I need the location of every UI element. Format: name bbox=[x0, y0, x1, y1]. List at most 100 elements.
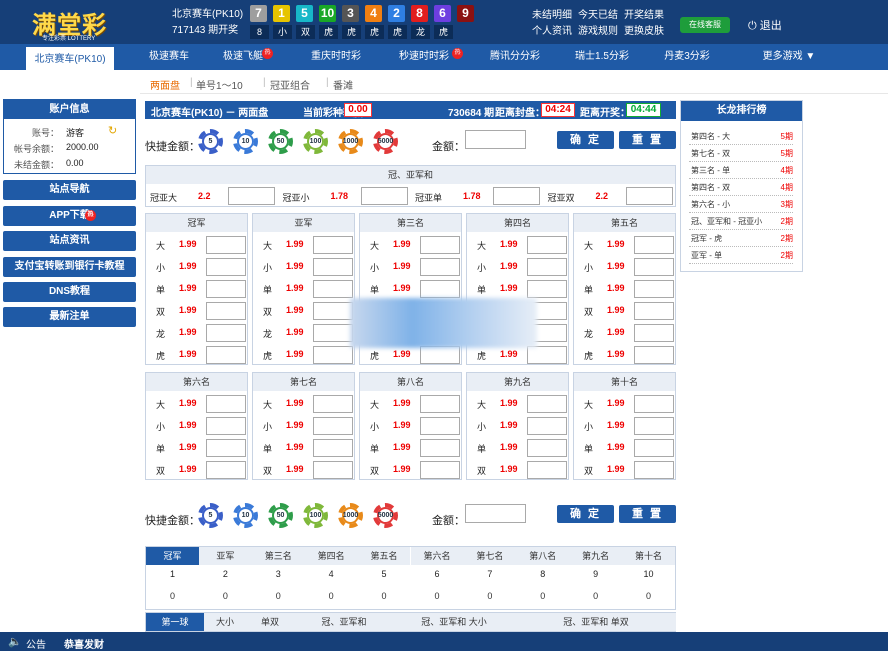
chip-10[interactable]: 10 bbox=[233, 129, 258, 154]
sum-bet-input[interactable] bbox=[360, 187, 408, 205]
stats-tab[interactable]: 冠军 bbox=[146, 547, 199, 565]
stats-tab[interactable]: 第六名 bbox=[410, 547, 464, 565]
bet-input[interactable] bbox=[634, 395, 674, 413]
play-type-tab[interactable]: 单号1～10 bbox=[196, 77, 243, 92]
reset-button[interactable]: 重 置 bbox=[619, 131, 676, 149]
ball-tab[interactable]: 冠、亚军和 单双 bbox=[516, 613, 676, 631]
logout-label[interactable]: 退出 bbox=[760, 20, 782, 32]
bet-input[interactable] bbox=[634, 324, 674, 342]
confirm-button[interactable]: 确 定 bbox=[557, 505, 614, 523]
bet-input[interactable] bbox=[634, 439, 674, 457]
bet-input[interactable] bbox=[313, 302, 353, 320]
chip-5000[interactable]: 5000 bbox=[373, 129, 398, 154]
chip-5[interactable]: 5 bbox=[198, 129, 223, 154]
sum-bet-input[interactable] bbox=[228, 187, 275, 205]
nav-tab[interactable]: 更多游戏 ▼ bbox=[748, 44, 830, 70]
bet-input[interactable] bbox=[634, 302, 674, 320]
amount-input[interactable] bbox=[465, 504, 526, 523]
chip-1000[interactable]: 1000 bbox=[338, 129, 363, 154]
header-link[interactable]: 游戏规则 bbox=[578, 22, 618, 37]
bet-input[interactable] bbox=[420, 417, 460, 435]
bet-input[interactable] bbox=[313, 258, 353, 276]
chip-50[interactable]: 50 bbox=[268, 129, 293, 154]
bet-input[interactable] bbox=[420, 346, 460, 364]
ball-tab[interactable]: 单双 bbox=[246, 613, 294, 631]
stats-tab[interactable]: 第八名 bbox=[516, 547, 570, 565]
logout-button[interactable]: ⏻ 退出 bbox=[748, 17, 782, 33]
chip-100[interactable]: 100 bbox=[303, 503, 328, 528]
bet-input[interactable] bbox=[420, 461, 460, 479]
chip-5[interactable]: 5 bbox=[198, 503, 223, 528]
play-type-tab[interactable]: 两面盘 bbox=[150, 77, 180, 92]
header-link[interactable]: 今天已结 bbox=[578, 6, 618, 21]
stats-tab[interactable]: 亚军 bbox=[198, 547, 252, 565]
bet-input[interactable] bbox=[206, 236, 246, 254]
online-service-button[interactable]: 在线客服 bbox=[680, 17, 730, 33]
side-button[interactable]: 站点资讯 bbox=[3, 231, 136, 251]
sum-bet-input[interactable] bbox=[625, 187, 673, 205]
bet-input[interactable] bbox=[634, 236, 674, 254]
stats-tab[interactable]: 第九名 bbox=[569, 547, 623, 565]
bet-input[interactable] bbox=[527, 417, 567, 435]
bet-input[interactable] bbox=[420, 236, 460, 254]
side-button[interactable]: 最新注单 bbox=[3, 307, 136, 327]
side-button[interactable]: DNS教程 bbox=[3, 282, 136, 302]
bet-input[interactable] bbox=[313, 324, 353, 342]
header-link[interactable]: 个人资讯 bbox=[532, 22, 572, 37]
header-link[interactable]: 更换皮肤 bbox=[624, 22, 664, 37]
ball-tab[interactable]: 冠、亚军和 bbox=[296, 613, 392, 631]
bet-input[interactable] bbox=[313, 236, 353, 254]
stats-tab[interactable]: 第七名 bbox=[463, 547, 517, 565]
side-button[interactable]: APP下载热 bbox=[3, 206, 136, 226]
stats-tab[interactable]: 第四名 bbox=[304, 547, 358, 565]
stats-tab[interactable]: 第五名 bbox=[357, 547, 411, 565]
chip-5000[interactable]: 5000 bbox=[373, 503, 398, 528]
ball-tab[interactable]: 大小 bbox=[206, 613, 244, 631]
bet-input[interactable] bbox=[206, 461, 246, 479]
bet-input[interactable] bbox=[420, 280, 460, 298]
bet-input[interactable] bbox=[420, 395, 460, 413]
stats-tab[interactable]: 第十名 bbox=[622, 547, 675, 565]
bet-input[interactable] bbox=[313, 439, 353, 457]
bet-input[interactable] bbox=[527, 346, 567, 364]
bet-input[interactable] bbox=[527, 258, 567, 276]
reset-button[interactable]: 重 置 bbox=[619, 505, 676, 523]
bet-input[interactable] bbox=[420, 258, 460, 276]
bet-input[interactable] bbox=[527, 236, 567, 254]
bet-input[interactable] bbox=[634, 280, 674, 298]
bet-input[interactable] bbox=[527, 280, 567, 298]
stats-tab[interactable]: 第三名 bbox=[251, 547, 305, 565]
header-link[interactable]: 未结明细 bbox=[532, 6, 572, 21]
bet-input[interactable] bbox=[527, 439, 567, 457]
bet-input[interactable] bbox=[206, 417, 246, 435]
bet-input[interactable] bbox=[206, 346, 246, 364]
header-link[interactable]: 开奖结果 bbox=[624, 6, 664, 21]
refresh-icon[interactable]: ↻ bbox=[108, 124, 117, 137]
bet-input[interactable] bbox=[634, 346, 674, 364]
bet-input[interactable] bbox=[313, 395, 353, 413]
ball-tab[interactable]: 第一球 bbox=[146, 613, 204, 631]
ball-tab[interactable]: 冠、亚军和 大小 bbox=[396, 613, 512, 631]
nav-tab[interactable]: 腾讯分分彩 bbox=[480, 44, 550, 70]
amount-input[interactable] bbox=[465, 130, 526, 149]
bet-input[interactable] bbox=[206, 258, 246, 276]
bet-input[interactable] bbox=[313, 346, 353, 364]
sum-bet-input[interactable] bbox=[493, 187, 540, 205]
chip-100[interactable]: 100 bbox=[303, 129, 328, 154]
bet-input[interactable] bbox=[206, 439, 246, 457]
bet-input[interactable] bbox=[206, 302, 246, 320]
side-button[interactable]: 支付宝转账到银行卡教程 bbox=[3, 257, 136, 277]
nav-tab[interactable]: 北京赛车(PK10) bbox=[26, 44, 114, 70]
bet-input[interactable] bbox=[527, 461, 567, 479]
bet-input[interactable] bbox=[206, 280, 246, 298]
bet-input[interactable] bbox=[206, 395, 246, 413]
bet-input[interactable] bbox=[206, 324, 246, 342]
bet-input[interactable] bbox=[634, 461, 674, 479]
play-type-tab[interactable]: 番滩 bbox=[333, 77, 353, 92]
play-type-tab[interactable]: 冠亚组合 bbox=[270, 77, 310, 92]
bet-input[interactable] bbox=[313, 280, 353, 298]
bet-input[interactable] bbox=[634, 258, 674, 276]
bet-input[interactable] bbox=[527, 395, 567, 413]
bet-input[interactable] bbox=[634, 417, 674, 435]
bet-input[interactable] bbox=[313, 417, 353, 435]
